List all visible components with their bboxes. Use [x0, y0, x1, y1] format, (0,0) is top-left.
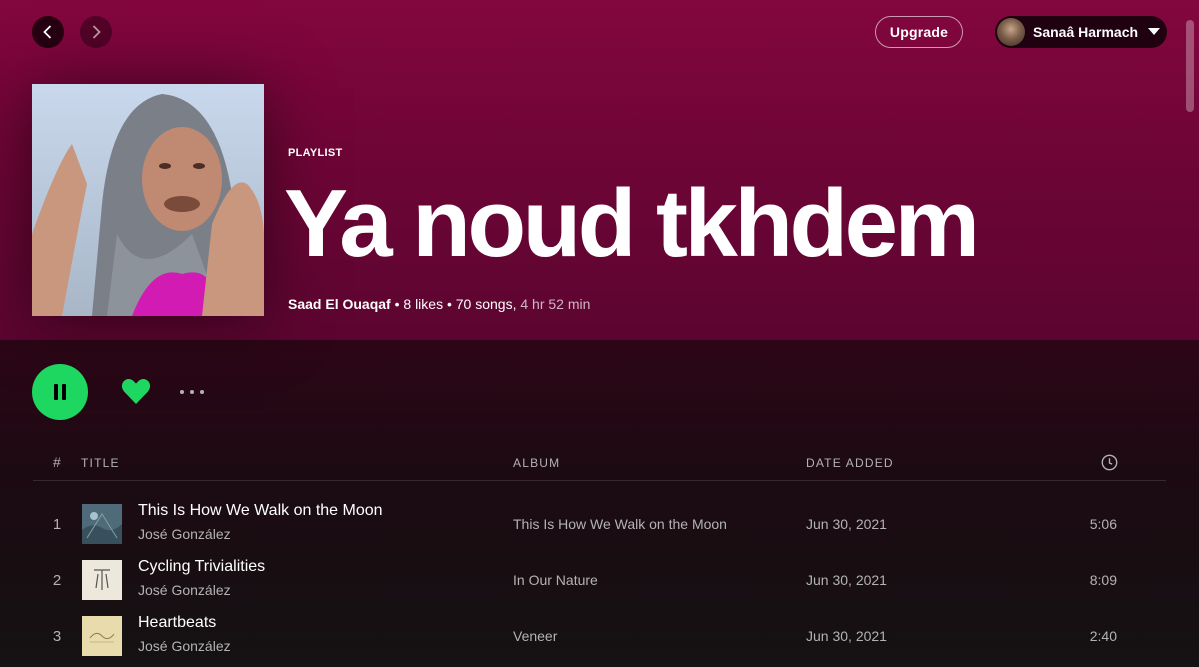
meta-separator: •	[390, 296, 404, 312]
upgrade-button[interactable]: Upgrade	[875, 16, 963, 48]
track-artist-link[interactable]: José González	[138, 638, 231, 654]
playlist-likes: 8 likes	[403, 296, 444, 312]
track-title-link[interactable]: Cycling Trivialities	[138, 558, 265, 576]
page-title: Ya noud tkhdem	[284, 170, 980, 277]
user-menu-button[interactable]: Sanaâ Harmach	[995, 16, 1167, 48]
table-row[interactable]: 1 This Is How We Walk on the Moon José G…	[0, 498, 1199, 554]
track-duration: 5:06	[1089, 516, 1117, 532]
playlist-type-label: PLAYLIST	[288, 147, 343, 159]
track-title-link[interactable]: This Is How We Walk on the Moon	[138, 502, 383, 520]
heart-icon[interactable]	[120, 376, 152, 408]
user-name: Sanaâ Harmach	[1033, 24, 1139, 40]
playlist-owner-link[interactable]: Saad El Ouaqaf	[288, 296, 391, 312]
caret-down-icon	[1148, 28, 1161, 35]
pause-icon	[54, 384, 66, 400]
track-album-link[interactable]: This Is How We Walk on the Moon	[513, 516, 727, 532]
column-header-title[interactable]: Title	[81, 456, 120, 470]
track-date-added: Jun 30, 2021	[806, 516, 887, 532]
table-header-divider	[33, 480, 1166, 481]
back-button[interactable]	[32, 16, 64, 48]
column-header-album[interactable]: Album	[513, 456, 560, 470]
track-duration: 2:40	[1089, 628, 1117, 644]
chevron-left-icon	[43, 25, 52, 39]
column-header-number: #	[53, 454, 61, 470]
playlist-cover-image	[32, 84, 264, 316]
scrollbar[interactable]	[1186, 20, 1194, 112]
track-date-added: Jun 30, 2021	[806, 628, 887, 644]
table-row[interactable]: 3 Heartbeats José González Veneer Jun 30…	[0, 610, 1199, 666]
track-duration: 8:09	[1089, 572, 1117, 588]
track-title-link[interactable]: Heartbeats	[138, 614, 216, 632]
album-art-thumbnail	[82, 616, 122, 656]
avatar	[997, 18, 1025, 46]
playlist-duration: 4 hr 52 min	[516, 296, 591, 312]
pause-button[interactable]	[32, 364, 88, 420]
track-artist-link[interactable]: José González	[138, 582, 231, 598]
clock-icon[interactable]	[1101, 454, 1118, 471]
playlist-meta: Saad El Ouaqaf • 8 likes • 70 songs, 4 h…	[288, 296, 590, 312]
track-album-link[interactable]: Veneer	[513, 628, 557, 644]
column-header-date-added[interactable]: Date added	[806, 456, 894, 470]
playlist-song-count: 70 songs,	[455, 296, 517, 312]
forward-button[interactable]	[80, 16, 112, 48]
track-artist-link[interactable]: José González	[138, 526, 231, 542]
track-number: 2	[52, 572, 62, 589]
album-art-thumbnail	[82, 560, 122, 600]
track-number: 3	[52, 628, 62, 645]
chevron-right-icon	[92, 25, 101, 39]
track-album-link[interactable]: In Our Nature	[513, 572, 598, 588]
meta-separator: •	[443, 296, 456, 312]
more-options-icon[interactable]	[178, 384, 206, 400]
track-number: 1	[52, 516, 62, 533]
album-art-thumbnail	[82, 504, 122, 544]
table-row[interactable]: 2 Cycling Trivialities José González In …	[0, 554, 1199, 610]
track-date-added: Jun 30, 2021	[806, 572, 887, 588]
